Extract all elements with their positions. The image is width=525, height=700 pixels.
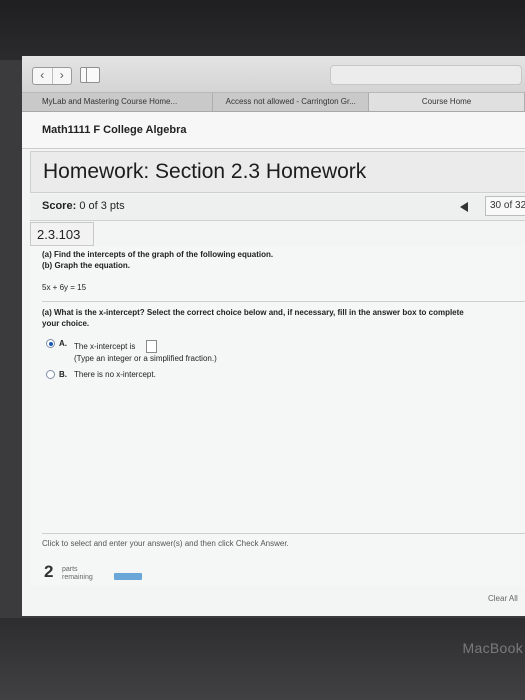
choice-a-hint: (Type an integer or a simplified fractio…: [74, 354, 217, 363]
equation: 5x + 6y = 15: [42, 283, 87, 292]
choice-b-letter: B.: [59, 370, 67, 379]
parts-remaining-count: 2: [44, 562, 54, 581]
score-label: Score:: [42, 200, 77, 212]
browser-toolbar: ‹ ›: [22, 56, 525, 93]
question-selector[interactable]: 30 of 32: [485, 196, 525, 216]
score-text: Score: 0 of 3 pts: [42, 200, 125, 212]
choice-b-text: There is no x-intercept.: [74, 370, 156, 379]
clear-all-button[interactable]: Clear All: [488, 594, 518, 603]
choice-b-radio[interactable]: [46, 370, 55, 379]
device-label: MacBook: [462, 640, 523, 656]
monitor-bezel-bottom: [0, 618, 525, 700]
score-value: 0 of 3 pts: [79, 200, 125, 212]
nav-buttons: ‹ ›: [32, 67, 72, 85]
browser-window: ‹ › MyLab and Mastering Course Home... A…: [22, 56, 525, 616]
parts-label: parts: [62, 566, 78, 573]
choice-a-radio[interactable]: [46, 339, 55, 348]
instruction-text: Click to select and enter your answer(s)…: [42, 539, 289, 548]
sub-question-text: (a) What is the x-intercept? Select the …: [42, 308, 464, 317]
course-header: Math1111 F College Algebra: [22, 112, 525, 149]
sidebar-toggle-icon[interactable]: [80, 67, 100, 83]
x-intercept-input[interactable]: [146, 340, 157, 353]
part-a-prompt: (a) Find the intercepts of the graph of …: [42, 250, 274, 259]
score-bar: Score: 0 of 3 pts 30 of 32: [30, 194, 525, 221]
footer-divider: [42, 533, 525, 534]
tab-course-home[interactable]: Course Home: [369, 93, 525, 111]
choice-a-text: The x-intercept is: [74, 342, 136, 351]
course-title: Math1111 F College Algebra: [42, 124, 187, 136]
part-b-prompt: (b) Graph the equation.: [42, 261, 130, 270]
sub-question-text-cont: your choice.: [42, 319, 90, 328]
tab-access-not-allowed[interactable]: Access not allowed - Carrington Gr...: [213, 93, 370, 111]
remaining-label: remaining: [62, 574, 93, 581]
forward-icon[interactable]: ›: [53, 68, 72, 84]
monitor-bezel-top: [0, 0, 525, 60]
back-icon[interactable]: ‹: [33, 68, 53, 84]
tab-bar: MyLab and Mastering Course Home... Acces…: [22, 93, 525, 112]
choice-a-letter: A.: [59, 339, 67, 348]
question-number-box: 2.3.103: [30, 222, 94, 246]
tab-mylab-course-home[interactable]: MyLab and Mastering Course Home...: [22, 93, 214, 111]
previous-question-icon[interactable]: [460, 202, 468, 212]
page-title: Homework: Section 2.3 Homework: [43, 160, 367, 183]
address-bar[interactable]: [330, 65, 522, 85]
homework-header: Homework: Section 2.3 Homework: [30, 151, 525, 193]
question-number: 2.3.103: [37, 227, 81, 242]
divider: [42, 301, 525, 302]
parts-progress-bar: [114, 573, 142, 580]
question-panel: (a) Find the intercepts of the graph of …: [30, 246, 525, 586]
